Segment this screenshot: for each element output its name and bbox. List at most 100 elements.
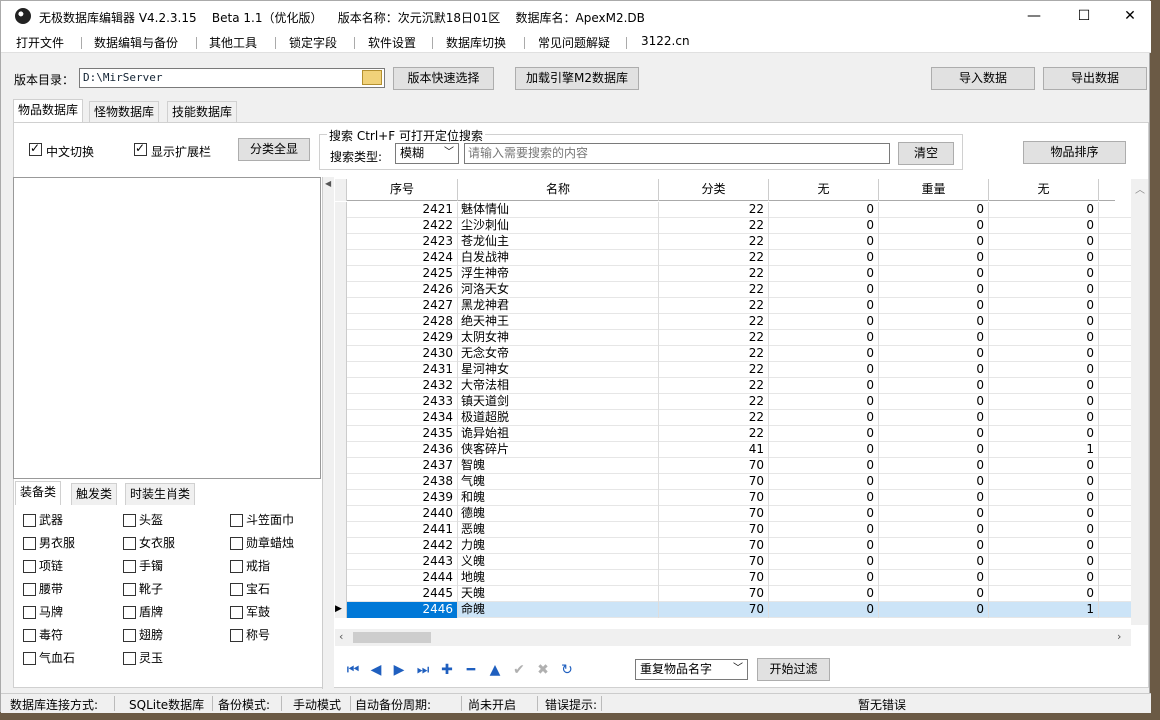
category-checkbox[interactable] <box>123 583 136 596</box>
cell-none-2[interactable]: 0 <box>989 250 1099 266</box>
cell-none-1[interactable]: 0 <box>769 298 879 314</box>
cell-name[interactable]: 浮生神帝 <box>458 266 659 282</box>
category-checkbox[interactable] <box>230 606 243 619</box>
cell-name[interactable]: 无念女帝 <box>458 346 659 362</box>
cell-weight[interactable]: 0 <box>879 522 989 538</box>
cell-none-2[interactable]: 0 <box>989 234 1099 250</box>
cell-weight[interactable]: 0 <box>879 314 989 330</box>
row-indicator[interactable] <box>335 378 347 394</box>
cell-name[interactable]: 和魄 <box>458 490 659 506</box>
cell-category[interactable]: 22 <box>659 378 769 394</box>
category-checkbox-item[interactable]: 手镯 <box>123 557 163 574</box>
cell-name[interactable]: 河洛天女 <box>458 282 659 298</box>
table-row[interactable]: 2424 白发战神 22 0 0 0 <box>335 250 1131 266</box>
cell-none-2[interactable]: 0 <box>989 266 1099 282</box>
table-row[interactable]: 2438 气魄 70 0 0 0 <box>335 474 1131 490</box>
menu-lock-fields[interactable]: 锁定字段 <box>289 34 337 51</box>
cell-category[interactable]: 70 <box>659 506 769 522</box>
scroll-up-icon[interactable]: ︿ <box>1135 181 1145 196</box>
table-row[interactable]: 2441 恶魄 70 0 0 0 <box>335 522 1131 538</box>
cell-id[interactable]: 2432 <box>347 378 458 394</box>
cell-category[interactable]: 70 <box>659 490 769 506</box>
arrow-up-icon[interactable]: ◀ <box>325 179 331 188</box>
cell-id[interactable]: 2422 <box>347 218 458 234</box>
row-indicator[interactable] <box>335 250 347 266</box>
cell-category[interactable]: 70 <box>659 474 769 490</box>
cell-name[interactable]: 极道超脱 <box>458 410 659 426</box>
table-row[interactable]: 2444 地魄 70 0 0 0 <box>335 570 1131 586</box>
cell-category[interactable]: 70 <box>659 522 769 538</box>
menu-site-link[interactable]: 3122.cn <box>641 34 690 48</box>
table-row[interactable]: 2437 智魄 70 0 0 0 <box>335 458 1131 474</box>
cell-none-1[interactable]: 0 <box>769 522 879 538</box>
cell-weight[interactable]: 0 <box>879 234 989 250</box>
cell-weight[interactable]: 0 <box>879 554 989 570</box>
cell-weight[interactable]: 0 <box>879 282 989 298</box>
filter-type-select[interactable]: 重复物品名字 ﹀ <box>635 659 748 680</box>
category-checkbox-item[interactable]: 武器 <box>23 511 63 528</box>
menu-open-file[interactable]: 打开文件 <box>16 34 64 51</box>
cell-weight[interactable]: 0 <box>879 362 989 378</box>
scroll-right-icon[interactable]: › <box>1117 630 1121 643</box>
category-checkbox-item[interactable]: 项链 <box>23 557 63 574</box>
cell-weight[interactable]: 0 <box>879 570 989 586</box>
cell-name[interactable]: 尘沙刺仙 <box>458 218 659 234</box>
table-row[interactable]: 2445 天魄 70 0 0 0 <box>335 586 1131 602</box>
tab-skill-db[interactable]: 技能数据库 <box>167 101 238 123</box>
cell-none-1[interactable]: 0 <box>769 202 879 218</box>
cell-category[interactable]: 22 <box>659 362 769 378</box>
cell-weight[interactable]: 0 <box>879 602 989 618</box>
row-indicator[interactable] <box>335 234 347 250</box>
table-row[interactable]: 2443 义魄 70 0 0 0 <box>335 554 1131 570</box>
cell-category[interactable]: 41 <box>659 442 769 458</box>
table-row[interactable]: 2442 力魄 70 0 0 0 <box>335 538 1131 554</box>
row-indicator[interactable] <box>335 490 347 506</box>
cell-none-2[interactable]: 0 <box>989 490 1099 506</box>
cell-none-2[interactable]: 0 <box>989 458 1099 474</box>
category-checkbox-item[interactable]: 女衣服 <box>123 534 175 551</box>
cell-none-1[interactable]: 0 <box>769 250 879 266</box>
table-row[interactable]: 2434 极道超脱 22 0 0 0 <box>335 410 1131 426</box>
next-record-icon[interactable]: ▶ <box>391 662 407 678</box>
delete-record-icon[interactable]: ━ <box>463 662 479 678</box>
row-indicator[interactable]: ▶ <box>335 602 347 618</box>
cell-name[interactable]: 义魄 <box>458 554 659 570</box>
table-row[interactable]: 2428 绝天神王 22 0 0 0 <box>335 314 1131 330</box>
cell-none-1[interactable]: 0 <box>769 474 879 490</box>
row-indicator[interactable] <box>335 570 347 586</box>
category-checkbox[interactable] <box>23 514 36 527</box>
cell-none-2[interactable]: 1 <box>989 442 1099 458</box>
cell-weight[interactable]: 0 <box>879 538 989 554</box>
cell-category[interactable]: 22 <box>659 282 769 298</box>
category-checkbox-item[interactable]: 宝石 <box>230 580 270 597</box>
cell-category[interactable]: 70 <box>659 570 769 586</box>
cell-none-2[interactable]: 0 <box>989 410 1099 426</box>
cancel-record-icon[interactable]: ✖ <box>535 662 551 678</box>
row-indicator[interactable] <box>335 410 347 426</box>
col-header-none-2[interactable]: 无 <box>989 179 1099 201</box>
table-row[interactable]: ▶ 2446 命魄 70 0 0 1 <box>335 602 1131 618</box>
cell-none-1[interactable]: 0 <box>769 330 879 346</box>
cell-id[interactable]: 2437 <box>347 458 458 474</box>
cell-none-2[interactable]: 0 <box>989 538 1099 554</box>
first-record-icon[interactable]: ⏮ <box>345 662 361 678</box>
cell-id[interactable]: 2425 <box>347 266 458 282</box>
category-checkbox[interactable] <box>123 537 136 550</box>
cell-id[interactable]: 2443 <box>347 554 458 570</box>
cell-none-1[interactable]: 0 <box>769 218 879 234</box>
category-checkbox-item[interactable]: 军鼓 <box>230 603 270 620</box>
edit-record-icon[interactable]: ▲ <box>487 662 503 678</box>
cell-none-2[interactable]: 0 <box>989 570 1099 586</box>
cell-none-2[interactable]: 0 <box>989 426 1099 442</box>
dir-path-input[interactable]: D:\MirServer <box>79 68 385 88</box>
search-input[interactable]: 请输入需要搜索的内容 <box>464 143 890 164</box>
post-record-icon[interactable]: ✔ <box>511 662 527 678</box>
category-checkbox[interactable] <box>230 514 243 527</box>
category-checkbox-item[interactable]: 盾牌 <box>123 603 163 620</box>
col-header-name[interactable]: 名称 <box>458 179 659 201</box>
cell-weight[interactable]: 0 <box>879 410 989 426</box>
category-checkbox-item[interactable]: 腰带 <box>23 580 63 597</box>
cell-category[interactable]: 70 <box>659 602 769 618</box>
cell-weight[interactable]: 0 <box>879 442 989 458</box>
category-checkbox-item[interactable]: 男衣服 <box>23 534 75 551</box>
